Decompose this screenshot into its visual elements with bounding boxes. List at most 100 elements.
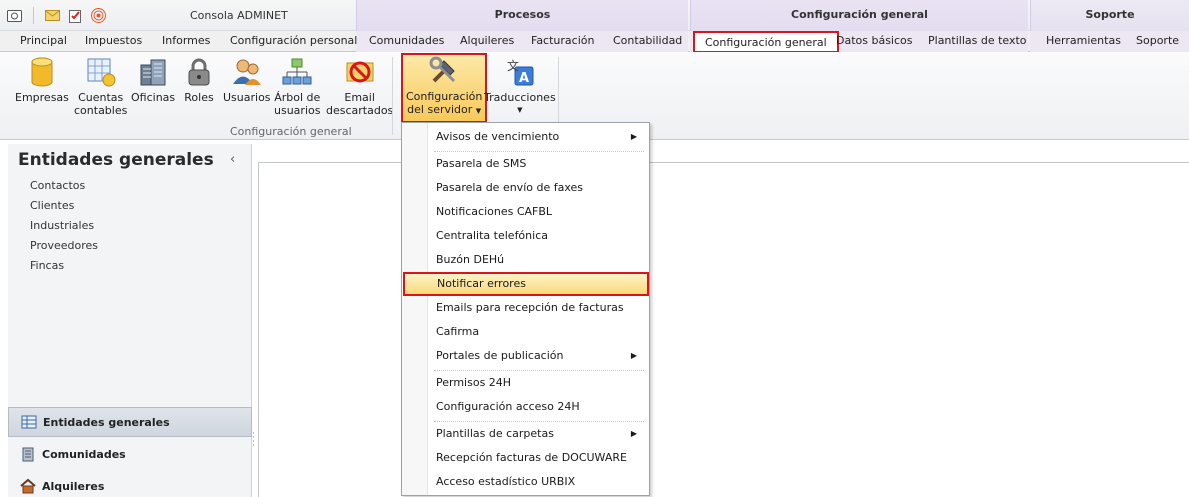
list-item-industriales[interactable]: Industriales (30, 219, 98, 239)
menu-item-configuracion-acceso-24h[interactable]: Configuración acceso 24H (402, 395, 649, 419)
splitter-grip-icon[interactable]: · · · · (252, 430, 255, 451)
usuarios-button[interactable]: Usuarios (223, 56, 271, 104)
submenu-arrow-icon: ▶ (630, 132, 637, 141)
menu-item-label: Centralita telefónica (436, 229, 548, 242)
nav-label: Entidades generales (43, 415, 170, 429)
nav-alquileres[interactable]: Alquileres (8, 471, 252, 497)
tasks-icon[interactable] (67, 7, 84, 24)
empresas-button[interactable]: Empresas (15, 56, 69, 104)
button-label: contables (74, 104, 128, 117)
tab-configuracion-personal[interactable]: Configuración personal (230, 34, 357, 50)
list-item-contactos[interactable]: Contactos (30, 179, 98, 199)
table-icon (21, 414, 37, 430)
menu-item-pasarela-envio-faxes[interactable]: Pasarela de envío de faxes (402, 176, 649, 200)
oficinas-button[interactable]: Oficinas (131, 56, 175, 104)
menu-item-label: Portales de publicación (436, 349, 564, 362)
tab-datos-basicos[interactable]: Datos básicos (836, 34, 913, 50)
collapse-chevron-left-icon[interactable]: ‹ (230, 152, 235, 167)
menu-item-emails-recepcion-facturas[interactable]: Emails para recepción de facturas (402, 296, 649, 320)
menu-item-label: Acceso estadístico URBIX (436, 475, 576, 488)
email-descartados-button[interactable]: Email descartados (326, 56, 393, 117)
menu-item-label: Notificar errores (437, 277, 526, 290)
submenu-arrow-icon: ▶ (630, 351, 637, 360)
house-icon (20, 478, 36, 494)
list-item-clientes[interactable]: Clientes (30, 199, 98, 219)
svg-text:文: 文 (507, 58, 519, 73)
menu-item-label: Plantillas de carpetas (436, 427, 554, 440)
button-label: Usuarios (223, 91, 271, 104)
button-label: Email (344, 91, 375, 104)
nav-label: Alquileres (42, 479, 105, 493)
menu-item-label: Configuración acceso 24H (436, 400, 580, 413)
menu-item-permisos-24h[interactable]: Permisos 24H (402, 371, 649, 395)
arbol-de-usuarios-button[interactable]: Árbol de usuarios (274, 56, 320, 117)
chevron-down-icon: ▼ (517, 106, 523, 114)
context-group-procesos: Procesos (356, 0, 688, 31)
tab-plantillas-de-texto[interactable]: Plantillas de texto (928, 34, 1027, 50)
menu-item-label: Recepción facturas de DOCUWARE (436, 451, 627, 464)
window-title: Consola ADMINET (190, 9, 288, 22)
menu-item-portales-de-publicacion[interactable]: Portales de publicación ▶ (402, 344, 649, 368)
context-group-label: Configuración general (791, 8, 928, 21)
menu-item-recepcion-facturas-docuware[interactable]: Recepción facturas de DOCUWARE (402, 446, 649, 470)
button-label: Configuración (406, 90, 483, 103)
tab-soporte[interactable]: Soporte (1136, 34, 1179, 50)
traducciones-button[interactable]: A文 Traducciones ▼ (484, 56, 556, 117)
blocked-email-icon (344, 56, 376, 88)
menu-item-pasarela-de-sms[interactable]: Pasarela de SMS (402, 152, 649, 176)
menu-item-centralita-telefonica[interactable]: Centralita telefónica (402, 224, 649, 248)
context-group-soporte: Soporte (1030, 0, 1189, 31)
broadcast-icon[interactable] (90, 7, 107, 24)
chevron-down-icon: ▼ (475, 107, 482, 115)
button-label: del servidor ▼ (407, 103, 481, 118)
list-item-fincas[interactable]: Fincas (30, 259, 98, 279)
toolbar-divider (33, 7, 34, 24)
ribbon-group-label: Configuración general (230, 125, 352, 138)
cuentas-contables-button[interactable]: Cuentas contables (74, 56, 127, 117)
mail-icon[interactable] (44, 7, 61, 24)
tab-facturacion[interactable]: Facturación (531, 34, 594, 50)
context-group-configuracion: Configuración general (690, 0, 1028, 31)
roles-button[interactable]: Roles (183, 56, 215, 104)
padlock-icon (183, 56, 215, 88)
menu-item-acceso-estadistico-urbix[interactable]: Acceso estadístico URBIX (402, 470, 649, 494)
tab-impuestos[interactable]: Impuestos (85, 34, 142, 50)
quick-access-toolbar (6, 7, 107, 24)
menu-item-cafirma[interactable]: Cafirma (402, 320, 649, 344)
menu-item-label: Notificaciones CAFBL (436, 205, 553, 218)
svg-text:A: A (519, 71, 529, 86)
context-group-label: Procesos (494, 8, 551, 21)
tab-herramientas[interactable]: Herramientas (1046, 34, 1121, 50)
button-label: usuarios (274, 104, 321, 117)
nav-comunidades[interactable]: Comunidades (8, 439, 252, 469)
nav-entidades-generales[interactable]: Entidades generales (8, 407, 252, 437)
tools-icon (428, 55, 460, 87)
configuracion-del-servidor-button[interactable]: Configuración del servidor ▼ (401, 53, 488, 123)
menu-item-buzon-dehu[interactable]: Buzón DEHú (402, 248, 649, 272)
list-item-proveedores[interactable]: Proveedores (30, 239, 98, 259)
menu-item-plantillas-de-carpetas[interactable]: Plantillas de carpetas ▶ (402, 422, 649, 446)
nav-label: Comunidades (42, 447, 126, 461)
menu-item-label: Pasarela de SMS (436, 157, 527, 170)
tab-alquileres[interactable]: Alquileres (460, 34, 514, 50)
button-label: Empresas (15, 91, 69, 104)
tab-informes[interactable]: Informes (162, 34, 210, 50)
tab-contabilidad[interactable]: Contabilidad (613, 34, 682, 50)
context-group-label: Soporte (1085, 8, 1135, 21)
main-content-area (258, 162, 1189, 497)
app-menu-icon[interactable] (6, 7, 23, 24)
buildings-icon (137, 56, 169, 88)
menu-item-avisos-de-vencimiento[interactable]: Avisos de vencimiento ▶ (402, 125, 649, 149)
tab-principal[interactable]: Principal (20, 34, 67, 50)
button-label: Oficinas (131, 91, 176, 104)
building-icon (20, 446, 36, 462)
spreadsheet-icon (85, 56, 117, 88)
tab-configuracion-general[interactable]: Configuración general (693, 31, 839, 53)
menu-item-label: Cafirma (436, 325, 480, 338)
tab-comunidades[interactable]: Comunidades (369, 34, 444, 50)
menu-item-notificaciones-cafbl[interactable]: Notificaciones CAFBL (402, 200, 649, 224)
menu-item-label: Permisos 24H (436, 376, 512, 389)
button-label-text: del servidor (407, 103, 473, 116)
menu-item-notificar-errores[interactable]: Notificar errores (403, 272, 649, 296)
database-icon (26, 56, 58, 88)
